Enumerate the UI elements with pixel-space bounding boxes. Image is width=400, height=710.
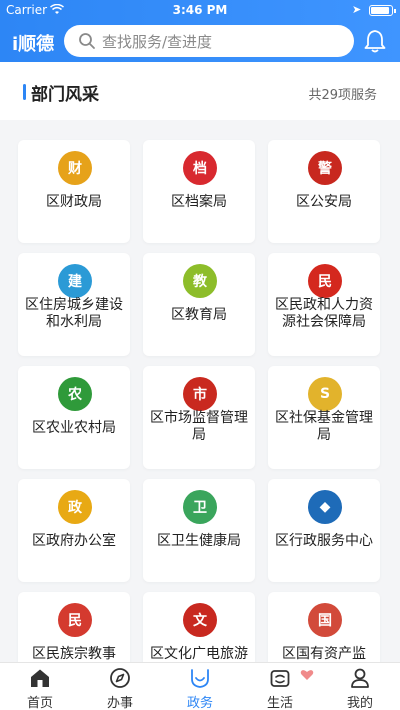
department-emblem-icon: 农 — [58, 377, 92, 411]
department-card[interactable]: 建区住房城乡建设和水利局 — [18, 253, 130, 356]
department-card[interactable]: 档区档案局 — [143, 140, 255, 243]
search-placeholder: 查找服务/查进度 — [102, 32, 213, 51]
top-bar: Carrier 3:46 PM ➤ i顺德 查找服务/查进度 — [0, 0, 400, 62]
department-name: 区政府办公室 — [32, 533, 116, 549]
department-emblem-icon: 民 — [308, 264, 342, 298]
tab-government[interactable]: 政务 — [160, 663, 240, 710]
service-count: 共29项服务 — [308, 88, 377, 103]
tab-mine[interactable]: 我的 — [320, 663, 400, 710]
battery-icon — [369, 5, 396, 16]
department-name: 区民政和人力资源社会保障局 — [275, 297, 373, 330]
department-card[interactable]: 民区民政和人力资源社会保障局 — [268, 253, 380, 356]
department-emblem-icon: ◆ — [308, 490, 342, 524]
department-emblem-icon: 国 — [308, 603, 342, 637]
department-emblem-icon: 市 — [183, 377, 217, 411]
department-name: 区行政服务中心 — [275, 533, 373, 549]
department-emblem-icon: 建 — [58, 264, 92, 298]
department-card[interactable]: 市区市场监督管理局 — [143, 366, 255, 469]
department-name: 区档案局 — [171, 194, 227, 210]
department-card[interactable]: 国区国有资产监 — [268, 592, 380, 662]
department-emblem-icon: 政 — [58, 490, 92, 524]
department-emblem-icon: S — [308, 377, 342, 411]
department-name: 区社保基金管理局 — [275, 410, 373, 443]
department-name: 区民族宗教事 — [32, 646, 116, 662]
department-emblem-icon: 民 — [58, 603, 92, 637]
department-emblem-icon: 档 — [183, 151, 217, 185]
section-title: 部门风采 — [31, 85, 99, 105]
department-emblem-icon: 警 — [308, 151, 342, 185]
tab-bar: 首页 办事 政务 生活 我的 — [0, 662, 400, 710]
status-bar: Carrier 3:46 PM ➤ — [0, 0, 400, 20]
department-name: 区文化广电旅游 — [150, 646, 248, 662]
department-card[interactable]: 警区公安局 — [268, 140, 380, 243]
department-card[interactable]: 卫区卫生健康局 — [143, 479, 255, 582]
department-name: 区公安局 — [296, 194, 352, 210]
department-grid: 财区财政局档区档案局警区公安局建区住房城乡建设和水利局教区教育局民区民政和人力资… — [0, 120, 400, 662]
tab-mine-label: 我的 — [346, 696, 373, 710]
department-name: 区住房城乡建设和水利局 — [25, 297, 123, 330]
home-icon — [31, 669, 49, 687]
tab-services-label: 办事 — [106, 696, 133, 710]
government-icon — [191, 669, 209, 688]
bell-icon[interactable] — [362, 28, 388, 54]
search-icon — [79, 33, 95, 49]
profile-icon — [351, 668, 369, 688]
clock: 3:46 PM — [172, 3, 228, 17]
department-card[interactable]: ◆ 区行政服务中心 — [268, 479, 380, 582]
department-name: 区卫生健康局 — [157, 533, 241, 549]
tab-government-label: 政务 — [186, 696, 213, 710]
department-emblem-icon: 教 — [183, 264, 217, 298]
tab-home[interactable]: 首页 — [0, 663, 80, 710]
compass-icon — [110, 668, 130, 688]
department-card[interactable]: 文区文化广电旅游 — [143, 592, 255, 662]
department-card[interactable]: 教区教育局 — [143, 253, 255, 356]
department-card[interactable]: 财区财政局 — [18, 140, 130, 243]
department-card[interactable]: S 区社保基金管理局 — [268, 366, 380, 469]
department-card[interactable]: 农区农业农村局 — [18, 366, 130, 469]
department-card[interactable]: 政区政府办公室 — [18, 479, 130, 582]
life-icon — [270, 670, 290, 687]
search-input[interactable]: 查找服务/查进度 — [64, 25, 354, 57]
heart-icon — [300, 670, 314, 680]
app-logo: i顺德 — [12, 34, 55, 55]
tab-home-label: 首页 — [26, 696, 53, 710]
section-header: 部门风采 共29项服务 — [0, 62, 400, 120]
department-emblem-icon: 财 — [58, 151, 92, 185]
department-name: 区教育局 — [171, 307, 227, 323]
department-name: 区市场监督管理局 — [150, 410, 248, 443]
department-emblem-icon: 文 — [183, 603, 217, 637]
section-accent-bar — [23, 84, 26, 100]
department-name: 区农业农村局 — [32, 420, 116, 436]
department-card[interactable]: 民区民族宗教事 — [18, 592, 130, 662]
tab-services[interactable]: 办事 — [80, 663, 160, 710]
location-arrow-icon: ➤ — [352, 3, 362, 16]
department-emblem-icon: 卫 — [183, 490, 217, 524]
tab-life-label: 生活 — [266, 696, 293, 710]
department-name: 区国有资产监 — [282, 646, 366, 662]
department-name: 区财政局 — [46, 194, 102, 210]
